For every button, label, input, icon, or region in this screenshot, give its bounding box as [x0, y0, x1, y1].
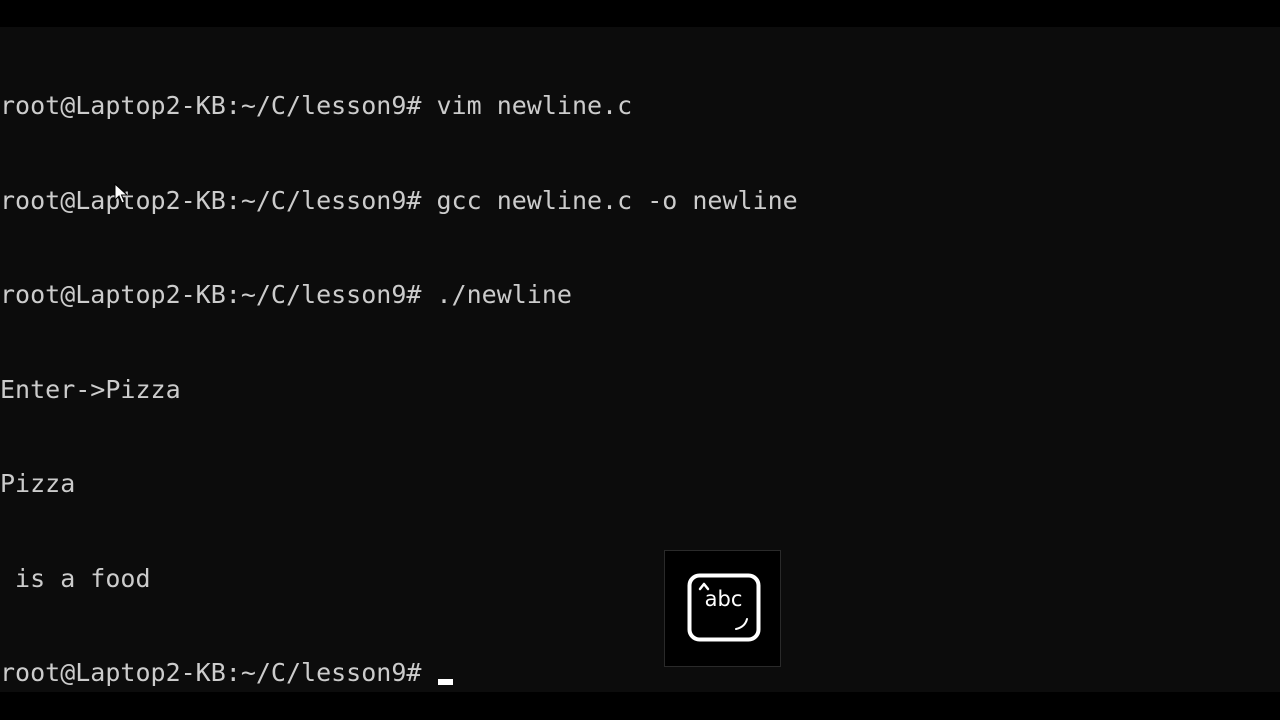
input-method-indicator[interactable]: abc [664, 550, 781, 667]
terminal-prompt: root@Laptop2-KB:~/C/lesson9# [0, 658, 437, 687]
ime-mode-label: abc [704, 587, 743, 611]
terminal-line: Enter->Pizza [0, 374, 181, 404]
text-cursor [437, 679, 453, 685]
terminal-window[interactable]: root@Laptop2-KB:~/C/lesson9# vim newline… [0, 27, 1280, 692]
terminal-line: root@Laptop2-KB:~/C/lesson9# ./newline [0, 280, 572, 309]
screen: root@Laptop2-KB:~/C/lesson9# vim newline… [0, 0, 1280, 720]
mouse-pointer-icon [114, 183, 128, 204]
terminal-line: root@Laptop2-KB:~/C/lesson9# vim newline… [0, 91, 633, 120]
terminal-line: Pizza [0, 469, 76, 498]
